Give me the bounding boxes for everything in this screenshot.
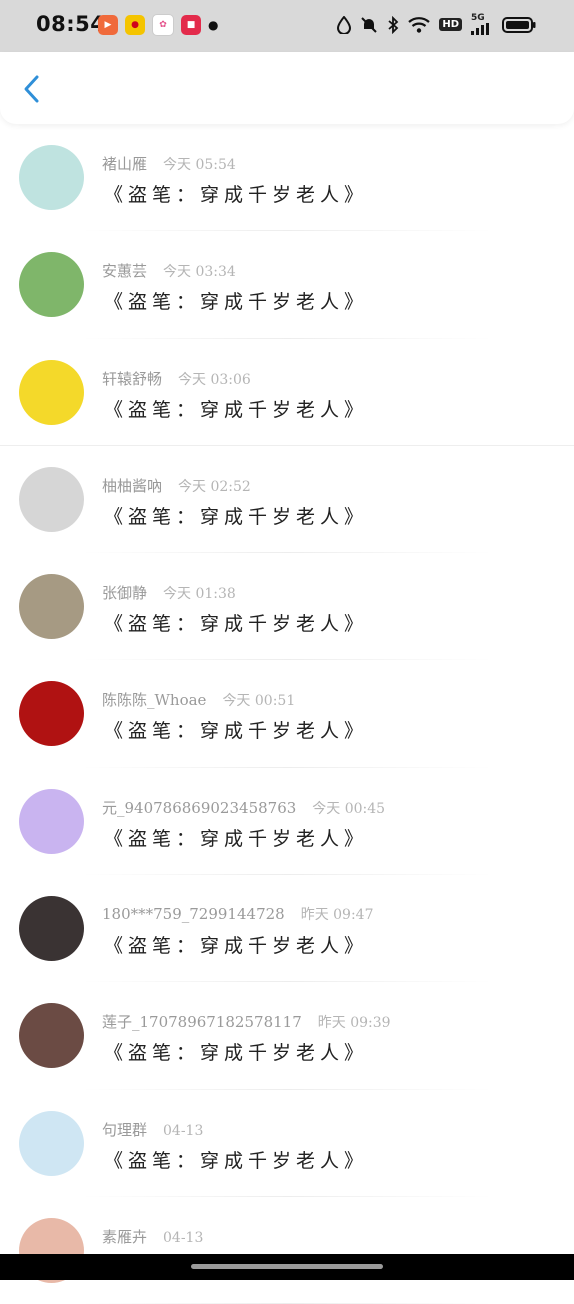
user-avatar[interactable] [19,681,84,747]
comment-time: 今天 00:51 [222,693,296,710]
mute-bell-icon [361,16,378,33]
weibo-icon: ● [125,15,145,35]
comment-row[interactable]: 褚山雁 今天 05:54 《盗笔：穿成千岁老人》 [0,124,574,232]
user-name-text[interactable]: 柚柚酱吶 [102,477,162,495]
user-name-text[interactable]: 180***759_7299144728 [102,905,285,923]
comment-text: 《盗笔：穿成千岁老人》 [104,398,369,421]
comment-row[interactable]: 180***759_7299144728 昨天 09:47 《盗笔：穿成千岁老人》 [0,875,574,983]
user-name: 柚柚酱吶 今天 02:52 [102,475,251,496]
user-name: 张御静 今天 01:38 [102,582,236,603]
comment-time: 今天 05:54 [163,157,236,173]
flower-app-icon: ✿ [152,14,174,36]
comment-row[interactable]: 安蕙芸 今天 03:34 《盗笔：穿成千岁老人》 [0,231,574,339]
comment-text: 《盗笔：穿成千岁老人》 [104,720,369,743]
user-name: 180***759_7299144728 昨天 09:47 [102,904,374,924]
back-button[interactable] [14,72,48,106]
comment-row[interactable]: 素雁卉 04-13 [0,1197,574,1304]
navigation-bar [0,1254,574,1280]
comment-time: 04-13 [163,1122,204,1139]
battery-icon [502,16,536,33]
comment-text: 《盗笔：穿成千岁老人》 [104,827,369,850]
comment-text: 《盗笔：穿成千岁老人》 [104,613,369,636]
comment-time: 今天 01:38 [163,586,236,603]
comment-row[interactable]: 莲子_17078967182578117 昨天 09:39 《盗笔：穿成千岁老人》 [0,982,574,1090]
notification-icons: ▶ ● ✿ ■ ● [98,14,218,36]
user-avatar[interactable] [19,145,84,210]
network-badge: 5G [471,13,485,23]
comment-row[interactable]: 柚柚酱吶 今天 02:52 《盗笔：穿成千岁老人》 [0,446,574,554]
user-name-text[interactable]: 莲子_17078967182578117 [102,1013,302,1031]
user-name: 轩辕舒畅 今天 03:06 [102,368,251,389]
home-indicator[interactable] [191,1264,383,1269]
comment-text: 《盗笔：穿成千岁老人》 [104,184,369,206]
data-saver-icon [337,15,352,34]
comment-row[interactable]: 句理群 04-13 《盗笔：穿成千岁老人》 [0,1090,574,1197]
comment-time: 今天 00:45 [312,800,386,817]
comment-list: 褚山雁 今天 05:54 《盗笔：穿成千岁老人》 安蕙芸 今天 03:34 《盗笔：穿成千… [0,124,574,1304]
user-name: 褚山雁 今天 05:54 [102,153,236,174]
user-name: 陈陈陈_Whoae 今天 00:51 [102,689,295,710]
user-name: 安蕙芸 今天 03:34 [102,260,236,281]
user-name-text[interactable]: 陈陈陈_Whoae [102,691,206,709]
user-avatar[interactable] [19,788,84,854]
user-avatar[interactable] [19,252,84,318]
user-name-text[interactable]: 句理群 [102,1121,147,1139]
user-avatar[interactable] [19,574,84,640]
user-name: 莲子_17078967182578117 昨天 09:39 [102,1011,391,1032]
user-name-text[interactable]: 张御静 [102,584,147,602]
red-app-icon: ■ [181,15,201,35]
wifi-icon [408,16,431,33]
comment-text: 《盗笔：穿成千岁老人》 [104,1042,369,1065]
hd-badge: HD [439,18,462,31]
status-bar: 08:54 ▶ ● ✿ ■ ● HD 5G [0,0,574,52]
comment-row[interactable]: 轩辕舒畅 今天 03:06 《盗笔：穿成千岁老人》 [0,339,574,446]
comment-time: 今天 03:06 [178,371,251,388]
more-dot-icon: ● [208,18,219,32]
user-name-text[interactable]: 褚山雁 [102,155,147,173]
bluetooth-icon [388,15,399,34]
user-name: 句理群 04-13 [102,1119,203,1140]
comment-time: 今天 03:34 [163,264,236,281]
user-avatar[interactable] [19,359,84,425]
comment-text: 《盗笔：穿成千岁老人》 [104,1149,369,1172]
user-name: 素雁卉 04-13 [102,1226,203,1247]
status-time: 08:54 [36,12,106,36]
user-avatar[interactable] [19,1003,84,1069]
user-name-text[interactable]: 素雁卉 [102,1228,147,1246]
top-bar [0,52,574,124]
comment-row[interactable]: 张御静 今天 01:38 《盗笔：穿成千岁老人》 [0,553,574,661]
comment-text: 《盗笔：穿成千岁老人》 [104,291,369,314]
chevron-left-icon [24,75,39,103]
signal-icon: 5G [471,14,493,35]
comment-time: 今天 02:52 [178,478,251,495]
comment-text: 《盗笔：穿成千岁老人》 [104,935,369,958]
user-avatar[interactable] [19,1110,84,1176]
user-name-text[interactable]: 轩辕舒畅 [102,370,162,388]
status-icons: HD 5G [337,14,536,35]
comment-time: 04-13 [163,1229,204,1246]
user-avatar[interactable] [19,466,84,532]
user-name-text[interactable]: 安蕙芸 [102,262,147,280]
game-app-icon: ▶ [98,15,118,35]
user-name-text[interactable]: 元_940786869023458763 [102,799,296,817]
comment-row[interactable]: 陈陈陈_Whoae 今天 00:51 《盗笔：穿成千岁老人》 [0,660,574,768]
comment-time: 昨天 09:47 [300,907,374,924]
user-avatar[interactable] [19,896,84,962]
comment-time: 昨天 09:39 [317,1015,391,1032]
comment-row[interactable]: 元_940786869023458763 今天 00:45 《盗笔：穿成千岁老人》 [0,768,574,876]
user-name: 元_940786869023458763 今天 00:45 [102,797,385,818]
comment-text: 《盗笔：穿成千岁老人》 [104,505,369,528]
signal-bars-icon [471,23,489,35]
